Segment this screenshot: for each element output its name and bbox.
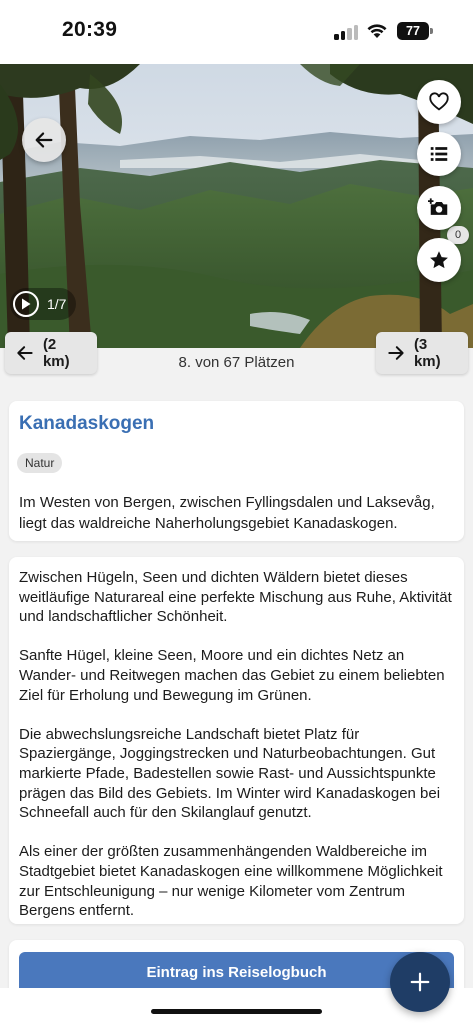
rate-button[interactable] (417, 238, 461, 282)
favorite-button[interactable] (417, 80, 461, 124)
battery-indicator: 77 (397, 22, 429, 40)
description-card: Zwischen Hügeln, Seen und dichten Wälder… (9, 557, 464, 924)
home-indicator (151, 1009, 322, 1014)
place-description: Zwischen Hügeln, Seen und dichten Wälder… (19, 568, 459, 921)
arrow-right-icon (388, 346, 404, 360)
back-button[interactable] (22, 118, 66, 162)
star-icon (430, 251, 448, 269)
next-place-button[interactable]: (3 km) (376, 332, 468, 374)
place-info-card: Kanadaskogen Natur Im Westen von Bergen,… (9, 401, 464, 541)
arrow-left-icon (35, 132, 53, 148)
battery-tip (430, 28, 433, 34)
add-photo-button[interactable] (417, 186, 461, 230)
hero-image[interactable]: 0 1/7 (0, 64, 473, 348)
description-paragraph: Als einer der größten zusammenhängenden … (19, 843, 443, 920)
description-paragraph: Zwischen Hügeln, Seen und dichten Wälder… (19, 569, 452, 626)
gallery-counter: 1/7 (47, 296, 67, 312)
place-navigation: (2 km) 8. von 67 Plätzen (3 km) (0, 332, 473, 390)
list-icon (430, 147, 448, 161)
camera-plus-icon (428, 198, 448, 215)
heart-icon (429, 92, 449, 111)
status-bar: 20:39 77 (0, 0, 473, 64)
plus-icon (410, 972, 430, 992)
add-fab-button[interactable] (390, 952, 450, 1012)
place-title: Kanadaskogen (19, 413, 155, 434)
description-paragraph: Sanfte Hügel, kleine Seen, Moore und ein… (19, 647, 445, 704)
signal-icon (334, 24, 360, 40)
play-icon (13, 291, 39, 317)
next-place-distance: (3 km) (413, 336, 441, 370)
category-tag[interactable]: Natur (17, 453, 63, 473)
gallery-play-button[interactable]: 1/7 (10, 288, 77, 320)
status-time: 20:39 (62, 18, 118, 41)
description-paragraph: Die abwechslungsreiche Landschaft bietet… (19, 725, 441, 822)
wifi-icon (367, 24, 387, 38)
place-intro: Im Westen von Bergen, zwischen Fyllingsd… (19, 494, 435, 532)
list-button[interactable] (417, 132, 461, 176)
